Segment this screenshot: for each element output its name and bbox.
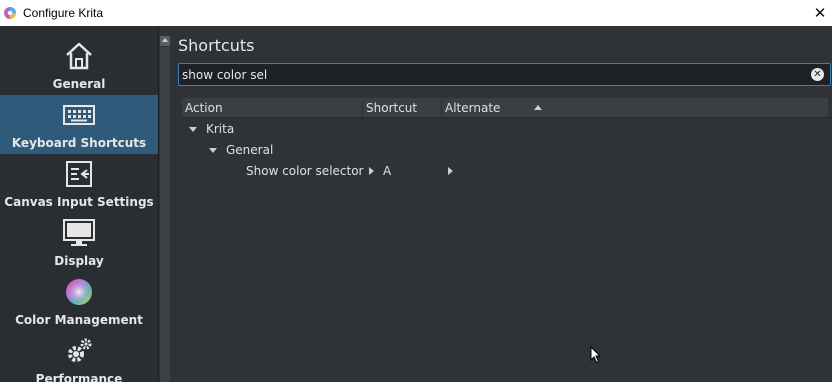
clear-search-icon[interactable]: ✕ <box>811 68 824 81</box>
sidebar-item-canvas-input-settings[interactable]: Canvas Input Settings <box>0 154 158 213</box>
tree-row-krita[interactable]: Krita <box>186 119 826 139</box>
shortcut-value[interactable]: A <box>383 161 391 181</box>
table-header: Action Shortcut Alternate <box>182 98 828 118</box>
sidebar-item-label: Canvas Input Settings <box>4 195 154 209</box>
shortcut-expand-arrow-icon[interactable] <box>369 167 374 175</box>
sort-ascending-icon <box>534 105 542 110</box>
mouse-pointer-icon <box>590 345 602 368</box>
sidebar-item-label: Display <box>54 254 104 268</box>
krita-app-icon <box>3 6 17 20</box>
expand-arrow-icon[interactable] <box>209 148 217 153</box>
monitor-icon <box>62 217 96 249</box>
sidebar-item-color-management[interactable]: Color Management <box>0 272 158 331</box>
canvas-input-icon <box>62 158 96 190</box>
sidebar-item-performance[interactable]: Performance <box>0 331 158 382</box>
page-title: Shortcuts <box>178 36 255 55</box>
sidebar-item-general[interactable]: General <box>0 36 158 95</box>
scroll-up-arrow-icon[interactable] <box>160 36 170 46</box>
search-input[interactable] <box>182 66 782 84</box>
column-header-action[interactable]: Action <box>182 98 223 118</box>
tree-item-label: Krita <box>206 122 235 136</box>
tree-item-label: General <box>226 143 274 157</box>
window-close-button[interactable]: ✕ <box>810 3 830 23</box>
column-header-alternate[interactable]: Alternate <box>442 98 500 118</box>
keyboard-icon <box>62 99 96 131</box>
tree-row-show-color-selector[interactable]: Show color selector A <box>186 161 826 181</box>
sidebar-item-label: Keyboard Shortcuts <box>11 136 147 150</box>
sidebar-item-display[interactable]: Display <box>0 213 158 272</box>
gears-icon <box>62 335 96 367</box>
sidebar-item-keyboard-shortcuts[interactable]: Keyboard Shortcuts <box>0 95 158 154</box>
column-header-shortcut[interactable]: Shortcut <box>363 98 417 118</box>
window-title: Configure Krita <box>23 6 104 20</box>
sidebar-item-label: General <box>52 77 106 91</box>
color-wheel-icon <box>62 276 96 308</box>
action-name: Show color selector <box>246 164 364 178</box>
expand-arrow-icon[interactable] <box>189 127 197 132</box>
sidebar-item-label: Color Management <box>15 313 143 327</box>
alternate-expand-arrow-icon[interactable] <box>448 167 453 175</box>
title-bar: Configure Krita ✕ <box>0 0 832 26</box>
settings-sidebar: General Keyboard Shortcuts Canvas Input … <box>0 26 158 382</box>
tree-row-general[interactable]: General <box>186 140 826 160</box>
home-icon <box>62 40 96 72</box>
scrollbar-thumb[interactable] <box>160 47 170 382</box>
sidebar-item-label: Performance <box>35 372 123 382</box>
search-box[interactable]: ✕ <box>178 63 831 86</box>
